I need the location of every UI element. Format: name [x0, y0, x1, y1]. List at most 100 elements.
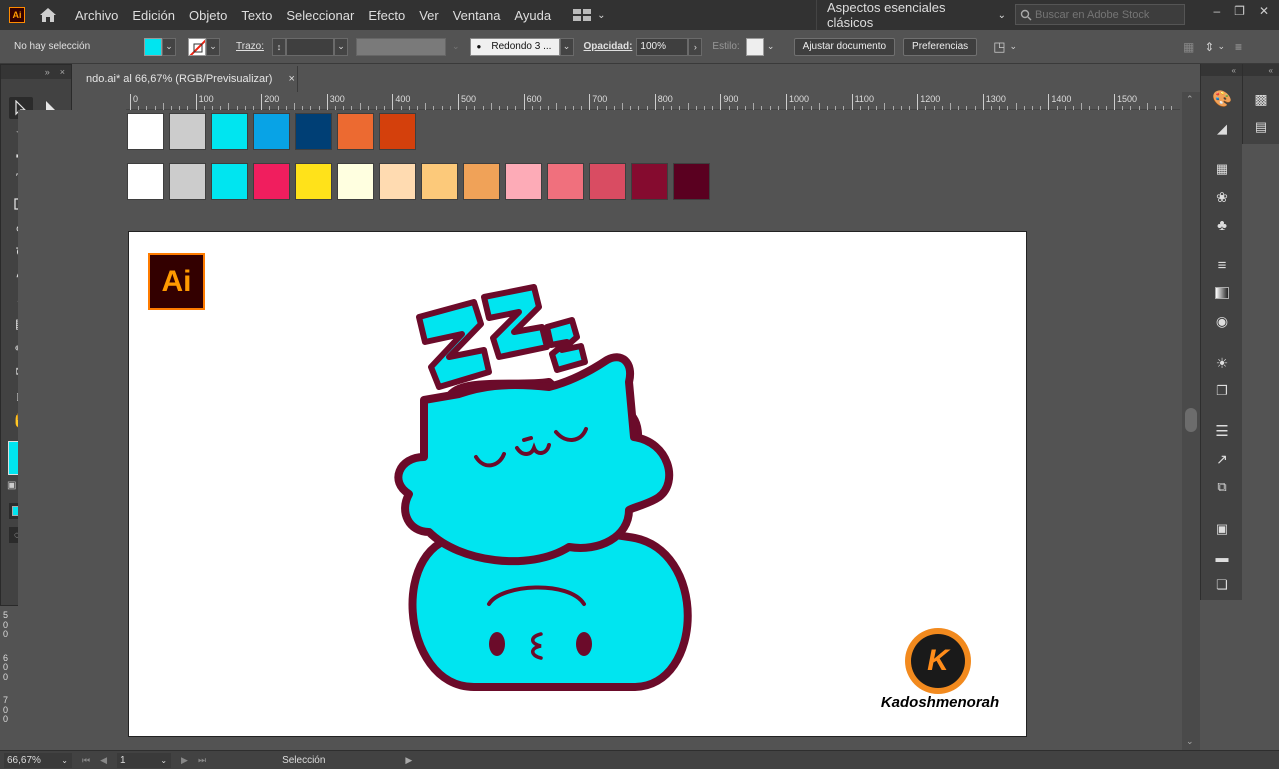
first-artboard-icon[interactable]: ⏮ [82, 755, 90, 766]
status-menu-icon[interactable]: ▶ [405, 755, 412, 766]
swatches-panel-icon[interactable]: ▦ [1210, 158, 1234, 180]
fit-document-button[interactable]: Ajustar documento [793, 37, 896, 56]
artboard-number-field[interactable]: 1 ⌄ [117, 752, 172, 768]
color-swatch[interactable] [337, 113, 374, 150]
color-swatch[interactable] [253, 113, 290, 150]
color-swatch[interactable] [631, 163, 668, 200]
menu-ventana[interactable]: Ventana [453, 8, 501, 23]
color-swatch[interactable] [421, 163, 458, 200]
transform-icon[interactable]: ◳ [993, 39, 1005, 55]
chevron-down-icon[interactable]: ⌄ [333, 37, 348, 56]
default-colors-icon[interactable]: ▣ [7, 480, 16, 491]
chevron-down-icon[interactable]: ⌄ [162, 37, 176, 56]
asset-export-icon[interactable]: ↗ [1210, 448, 1234, 470]
opacity-label[interactable]: Opacidad: [584, 41, 633, 52]
restore-icon[interactable]: ❐ [1234, 4, 1245, 18]
scroll-up-icon[interactable]: ⌃ [1186, 94, 1194, 105]
color-swatch[interactable] [127, 163, 164, 200]
color-swatch[interactable] [589, 163, 626, 200]
fill-swatch[interactable] [144, 37, 162, 56]
menu-ver[interactable]: Ver [419, 8, 439, 23]
menu-seleccionar[interactable]: Seleccionar [286, 8, 354, 23]
transparency-panel-icon[interactable]: ◉ [1210, 310, 1234, 332]
close-icon[interactable]: ✕ [1259, 4, 1269, 18]
chevron-down-icon[interactable]: ⌄ [1217, 41, 1225, 52]
pathfinder-panel-icon[interactable]: ❏ [1210, 574, 1234, 596]
color-swatch[interactable] [547, 163, 584, 200]
variable-width-profile[interactable] [355, 37, 446, 56]
color-swatch[interactable] [505, 163, 542, 200]
color-swatch[interactable] [463, 163, 500, 200]
color-swatch[interactable] [337, 163, 374, 200]
menu-efecto[interactable]: Efecto [368, 8, 405, 23]
chevron-down-icon[interactable]: ⌄ [764, 38, 778, 56]
menu-ayuda[interactable]: Ayuda [514, 8, 551, 23]
next-artboard-icon[interactable]: ▶ [181, 755, 188, 766]
search-input[interactable] [1035, 8, 1175, 21]
color-swatch[interactable] [379, 113, 416, 150]
stroke-width-input[interactable] [285, 37, 334, 56]
minimize-icon[interactable]: – [1213, 4, 1220, 18]
menu-texto[interactable]: Texto [241, 8, 272, 23]
distribute-icon[interactable]: ⇕ [1204, 40, 1214, 54]
vertical-scrollbar[interactable]: ⌃ ⌄ [1182, 92, 1200, 750]
dock-header[interactable]: « [1243, 64, 1279, 76]
close-icon[interactable]: × [60, 67, 65, 77]
chevron-down-icon[interactable]: ⌄ [206, 37, 220, 56]
stroke-swatch[interactable] [188, 37, 206, 56]
color-guide-icon[interactable]: ◢ [1210, 118, 1234, 140]
color-swatch[interactable] [169, 163, 206, 200]
home-icon[interactable] [37, 4, 59, 26]
last-artboard-icon[interactable]: ⏭ [198, 755, 206, 766]
brush-definition[interactable]: ● Redondo 3 ... [469, 37, 560, 56]
dock-header[interactable]: « [1201, 64, 1242, 76]
color-swatch[interactable] [295, 163, 332, 200]
chevron-down-icon[interactable]: ⌄ [1009, 41, 1017, 52]
stroke-stepper[interactable]: ↕ [271, 37, 286, 56]
stock-search[interactable] [1015, 4, 1185, 25]
stroke-panel-icon[interactable]: ≡ [1210, 254, 1234, 276]
gradient-panel-icon[interactable] [1210, 282, 1234, 304]
color-swatch[interactable] [295, 113, 332, 150]
collapse-icon[interactable]: » [45, 67, 50, 77]
layers-panel-icon[interactable]: ☰ [1210, 420, 1234, 442]
scroll-thumb[interactable] [1185, 408, 1197, 432]
opacity-input[interactable]: 100% [636, 37, 689, 56]
menu-archivo[interactable]: Archivo [75, 8, 118, 23]
artboard[interactable]: Ai K Kadoshmenorah [128, 231, 1027, 737]
color-swatch[interactable] [211, 113, 248, 150]
color-panel-icon[interactable]: 🎨 [1210, 88, 1234, 110]
document-tab[interactable]: ndo.ai* al 66,67% (RGB/Previsualizar) × [72, 66, 298, 92]
color-swatch[interactable] [673, 163, 710, 200]
color-swatch[interactable] [127, 113, 164, 150]
graphic-styles-icon[interactable]: ❐ [1210, 380, 1234, 402]
scroll-down-icon[interactable]: ⌄ [1186, 736, 1194, 747]
tools-panel-header[interactable]: » × [1, 65, 71, 79]
workspace-switcher[interactable]: Aspectos esenciales clásicos ⌄ [816, 0, 1006, 30]
libraries-panel-icon[interactable]: ▩ [1249, 88, 1273, 110]
menu-objeto[interactable]: Objeto [189, 8, 227, 23]
chevron-down-icon[interactable]: ⌄ [559, 37, 574, 56]
style-swatch[interactable] [745, 37, 764, 56]
properties-panel-icon[interactable]: ▤ [1249, 116, 1273, 138]
horizontal-ruler[interactable]: 0 100 200 300 400 500 600 700 800 900 1000 1100 1200… [126, 92, 1180, 110]
chevron-right-icon[interactable]: › [688, 37, 703, 56]
previous-artboard-icon[interactable]: ◀ [100, 755, 107, 766]
arrange-documents-button[interactable]: ⌄ [573, 9, 605, 21]
vertical-ruler[interactable]: 500600700 [0, 606, 18, 750]
color-swatch[interactable] [211, 163, 248, 200]
color-swatch[interactable] [379, 163, 416, 200]
appearance-panel-icon[interactable]: ☀ [1210, 352, 1234, 374]
brushes-panel-icon[interactable]: ❀ [1210, 186, 1234, 208]
align-grid-icon[interactable]: ▦ [1183, 40, 1194, 54]
stroke-label[interactable]: Trazo: [236, 41, 264, 52]
zoom-field[interactable]: 66,67% ⌄ [4, 752, 72, 768]
menu-edicion[interactable]: Edición [132, 8, 175, 23]
color-swatch[interactable] [253, 163, 290, 200]
preferences-button[interactable]: Preferencias [903, 37, 978, 56]
transform-panel-icon[interactable]: ▣ [1210, 518, 1234, 540]
symbols-panel-icon[interactable]: ♣ [1210, 214, 1234, 236]
align-panel-icon[interactable]: ▬ [1210, 546, 1234, 568]
close-icon[interactable]: × [288, 73, 294, 85]
panel-menu-icon[interactable]: ≡ [1235, 40, 1242, 54]
